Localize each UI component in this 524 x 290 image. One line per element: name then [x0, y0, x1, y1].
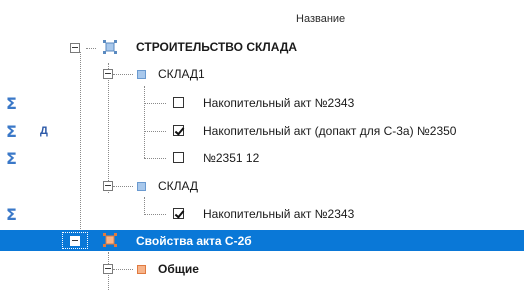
sigma-icon: Σ [6, 149, 17, 168]
item-checkbox[interactable] [173, 97, 184, 108]
tree-connector [144, 131, 166, 132]
sigma-icon: Σ [6, 122, 17, 141]
tree-connector [144, 197, 145, 215]
tree-node-root-label[interactable]: СТРОИТЕЛЬСТВО СКЛАДА [136, 40, 297, 54]
tree-connector [113, 186, 133, 187]
collapse-toggle-warehouse1[interactable] [103, 69, 113, 79]
column-header-title: Название [296, 13, 346, 25]
item-checkbox-checked[interactable] [173, 125, 184, 136]
tree-connector [108, 63, 109, 193]
tree-item-label[interactable]: Накопительный акт (допакт для С-3а) №235… [203, 124, 456, 138]
tree-connector [144, 214, 166, 215]
properties-icon [103, 233, 117, 247]
tree-connector [80, 52, 81, 237]
d-marker: Д [40, 125, 48, 137]
focus-outline [62, 232, 88, 249]
folder-icon [137, 265, 146, 274]
construction-icon [103, 40, 117, 54]
collapse-toggle-root[interactable] [70, 43, 80, 53]
collapse-toggle-warehouse2[interactable] [103, 181, 113, 191]
item-checkbox[interactable] [173, 152, 184, 163]
tree-item-label[interactable]: Накопительный акт №2343 [203, 96, 354, 110]
tree-node-warehouse2-label[interactable]: СКЛАД [158, 179, 198, 193]
tree-item-label[interactable]: Накопительный акт №2343 [203, 207, 354, 221]
collapse-toggle-general[interactable] [103, 264, 113, 274]
tree-connector [86, 48, 96, 49]
folder-icon [137, 182, 146, 191]
tree-connector [144, 158, 166, 159]
column-header: Название [0, 8, 524, 28]
tree-connector [113, 269, 133, 270]
tree-node-warehouse1-label[interactable]: СКЛАД1 [158, 67, 205, 81]
tree-connector [144, 103, 166, 104]
item-checkbox-checked[interactable] [173, 208, 184, 219]
sigma-icon: Σ [6, 94, 17, 113]
tree-node-general-label[interactable]: Общие [158, 262, 199, 276]
sigma-icon: Σ [6, 205, 17, 224]
tree-item-label[interactable]: №2351 12 [203, 151, 259, 165]
tree-connector [113, 74, 133, 75]
tree-connector [144, 86, 145, 158]
folder-icon [137, 70, 146, 79]
tree-node-act-properties-label[interactable]: Свойства акта С-2б [136, 234, 252, 248]
